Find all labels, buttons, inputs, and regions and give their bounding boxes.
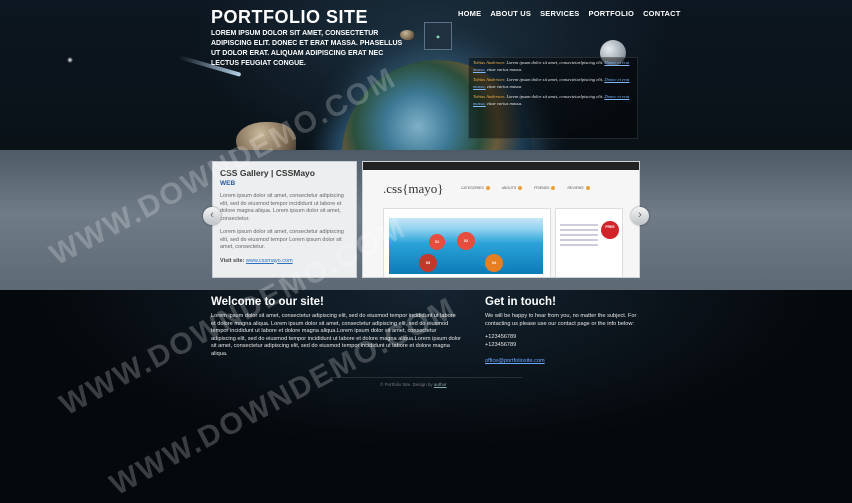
contact-phone-1: +123456789 xyxy=(485,334,517,341)
contact-phone-2: +123456789 xyxy=(485,341,517,348)
tweet-text: Lorem ipsum dolor sit amet, consecteturl… xyxy=(506,77,604,82)
contact-body: We will be happy to hear from you, no ma… xyxy=(485,313,637,327)
tweet-rest: vitae varius massa. xyxy=(486,83,523,89)
shot-bubble: 02 xyxy=(457,232,475,250)
shot-menu-item: REVIEWS xyxy=(567,186,589,190)
contact-email-link[interactable]: office@portfoliosite.com xyxy=(485,358,545,364)
footer-credit: © Portfolio Site. Design by author xyxy=(380,382,447,387)
tweet-item: Tobias Anderson: Lorem ipsum dolor sit a… xyxy=(469,92,637,109)
tweet-text: Lorem ipsum dolor sit amet, consecteturl… xyxy=(506,94,604,99)
visit-label: Visit site: xyxy=(220,257,245,264)
welcome-body: Lorem ipsum dolor sit amet, consectetur … xyxy=(211,313,461,357)
slider-next-button[interactable]: › xyxy=(631,207,649,225)
slide-paragraph-2: Lorem ipsum dolor sit amet, consectetur … xyxy=(220,229,344,250)
contact-title: Get in touch! xyxy=(485,296,556,308)
slide-paragraph-1: Lorem ipsum dolor sit amet, consectetur … xyxy=(220,193,344,222)
tweet-item: Tobias Anderson: Lorem ipsum dolor sit a… xyxy=(469,58,637,75)
tweets-panel: Tobias Anderson: Lorem ipsum dolor sit a… xyxy=(468,57,638,139)
shot-bubble: 01 xyxy=(429,234,445,250)
shot-side-lines xyxy=(560,221,598,249)
shot-menu-item: CATEGORIES xyxy=(461,186,490,190)
tweet-rest: vitae varius massa. xyxy=(486,100,523,106)
featured-thumbnail[interactable]: ◉ xyxy=(424,22,452,50)
shot-topbar xyxy=(363,162,639,170)
nav-portfolio[interactable]: PORTFOLIO xyxy=(589,9,635,18)
shot-side-panel: FREE xyxy=(555,208,623,277)
nav-home[interactable]: HOME xyxy=(458,9,481,18)
welcome-title: Welcome to our site! xyxy=(211,296,324,308)
slide-category: WEB xyxy=(220,180,236,187)
tweet-rest: vitae varius massa. xyxy=(486,66,523,72)
shot-logo: .css{mayo} xyxy=(383,181,444,196)
tweet-author: Tobias Anderson: xyxy=(473,60,506,65)
tweet-text: Lorem ipsum dolor sit amet, consecteturl… xyxy=(506,60,604,65)
shot-menu: CATEGORIES ABOUTS FRIENDS REVIEWS xyxy=(461,186,590,190)
shot-menu-item: ABOUTS xyxy=(502,186,522,190)
nav-contact[interactable]: CONTACT xyxy=(643,9,681,18)
slide-screenshot[interactable]: .css{mayo} CATEGORIES ABOUTS FRIENDS REV… xyxy=(362,161,640,278)
welcome-section: Welcome to our site! Lorem ipsum dolor s… xyxy=(211,296,461,359)
visit-link[interactable]: www.cssmayo.com xyxy=(246,258,293,264)
shot-main-panel: 01 02 03 04 xyxy=(383,208,551,277)
nav-services[interactable]: SERVICES xyxy=(540,9,579,18)
tweet-item: Tobias Anderson: Lorem ipsum dolor sit a… xyxy=(469,75,637,92)
slide-title: CSS Gallery | CSSMayo xyxy=(220,168,315,178)
visit-site: Visit site: www.cssmayo.com xyxy=(220,258,349,264)
footer-divider xyxy=(330,377,522,378)
footer-link[interactable]: author xyxy=(434,382,447,387)
shot-bubble: 03 xyxy=(419,254,437,272)
asteroid-graphic xyxy=(236,122,296,150)
shot-free-badge: FREE xyxy=(601,221,619,239)
slider-prev-button[interactable]: ‹ xyxy=(203,207,221,225)
shot-bubble: 04 xyxy=(485,254,503,272)
nav-about-us[interactable]: ABOUT US xyxy=(490,9,531,18)
slide-info-box: CSS Gallery | CSSMayo WEB Lorem ipsum do… xyxy=(212,161,357,278)
footer-text: © Portfolio Site. Design by xyxy=(380,382,433,387)
shot-menu-item: FRIENDS xyxy=(534,186,555,190)
tweet-author: Tobias Anderson: xyxy=(473,94,506,99)
shot-illustration: 01 02 03 04 xyxy=(389,218,543,274)
main-nav: HOME ABOUT US SERVICES PORTFOLIO CONTACT xyxy=(458,9,681,18)
site-tagline: LOREM IPSUM DOLOR SIT AMET, CONSECTETUR … xyxy=(211,30,403,67)
tweet-author: Tobias Anderson: xyxy=(473,77,506,82)
contact-section: Get in touch! We will be happy to hear f… xyxy=(485,296,645,367)
site-logo[interactable]: PORTFOLIO SITE xyxy=(211,7,368,28)
